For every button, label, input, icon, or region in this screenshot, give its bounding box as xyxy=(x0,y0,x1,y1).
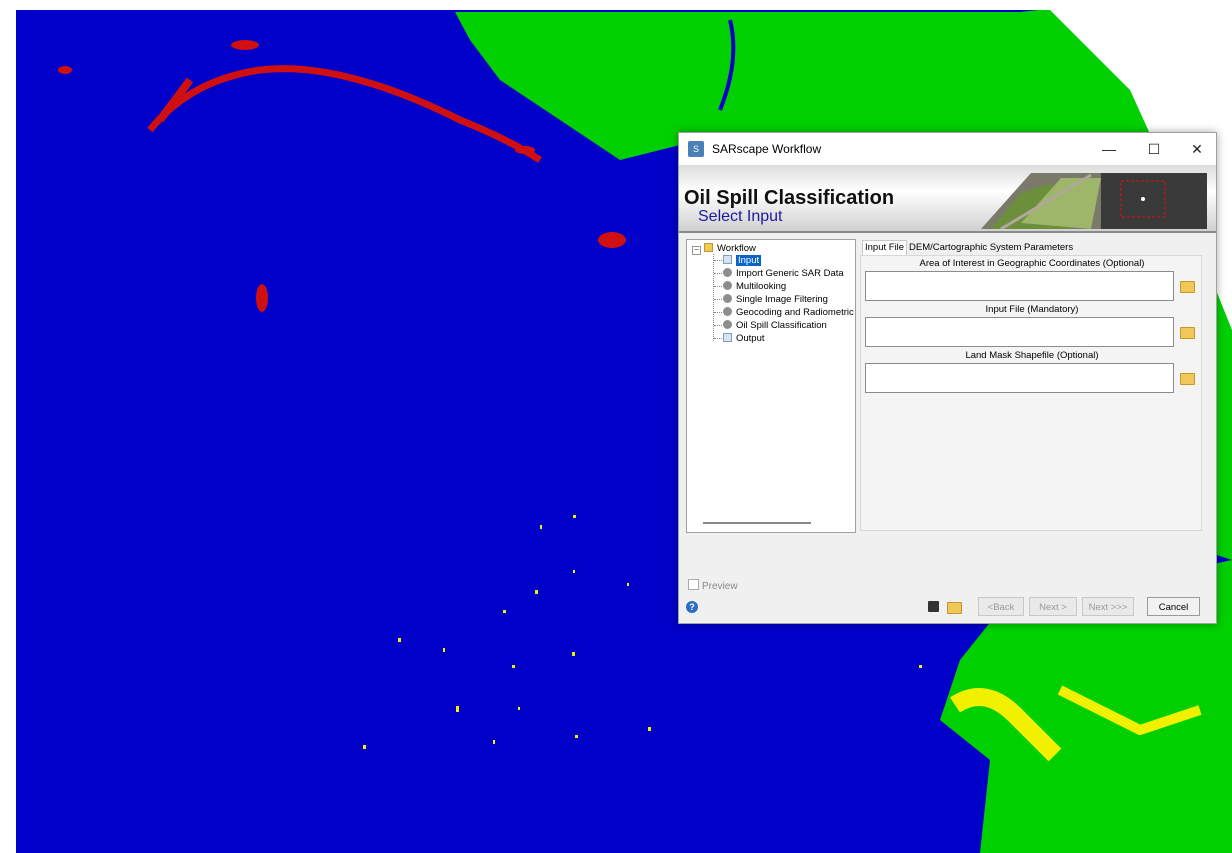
preview-label: Preview xyxy=(702,581,738,592)
tree-item-geocoding-and-radiometric[interactable]: Geocoding and Radiometric xyxy=(723,306,854,319)
save-icon[interactable] xyxy=(928,601,939,612)
next-all-button[interactable]: Next >>> xyxy=(1082,597,1134,616)
page-subtitle: Select Input xyxy=(698,208,783,225)
banner-image xyxy=(981,173,1207,229)
cancel-button[interactable]: Cancel xyxy=(1147,597,1200,616)
browse-folder-icon[interactable] xyxy=(1180,373,1195,385)
land-mask-label: Land Mask Shapefile (Optional) xyxy=(965,350,1099,361)
gear-icon xyxy=(723,294,732,303)
area-of-interest-field[interactable] xyxy=(865,271,1174,301)
page-icon xyxy=(723,255,732,264)
close-button[interactable]: ✕ xyxy=(1175,133,1219,165)
tree-item-label: Single Image Filtering xyxy=(736,294,828,305)
tree-item-label: Output xyxy=(736,333,765,344)
page-icon xyxy=(723,333,732,342)
tree-item-input[interactable]: Input xyxy=(723,254,762,267)
window-title: SARscape Workflow xyxy=(712,142,822,156)
tree-item-import-generic-sar-data[interactable]: Import Generic SAR Data xyxy=(723,267,844,280)
page-title: Oil Spill Classification xyxy=(684,187,895,209)
tree-item-output[interactable]: Output xyxy=(723,332,765,345)
tree-item-single-image-filtering[interactable]: Single Image Filtering xyxy=(723,293,828,306)
minimize-button[interactable]: — xyxy=(1087,133,1131,165)
browse-folder-icon[interactable] xyxy=(1180,327,1195,339)
maximize-button[interactable]: ☐ xyxy=(1132,133,1176,165)
back-button[interactable]: <Back xyxy=(978,597,1024,616)
tab-dem-cartographic-system[interactable]: DEM/Cartographic System xyxy=(907,241,1023,255)
gear-icon xyxy=(723,281,732,290)
tree-item-oil-spill-classification[interactable]: Oil Spill Classification xyxy=(723,319,827,332)
collapse-icon[interactable]: − xyxy=(692,246,701,255)
area-of-interest-label: Area of Interest in Geographic Coordinat… xyxy=(919,258,1145,269)
title-bar[interactable]: S SARscape Workflow — ☐ ✕ xyxy=(679,133,1216,165)
browse-folder-icon[interactable] xyxy=(1180,281,1195,293)
folder-icon xyxy=(704,243,713,252)
tree-item-label: Input xyxy=(736,255,762,266)
workflow-tree[interactable]: − Workflow Input Import Generic SAR Data… xyxy=(686,239,856,533)
checkbox-icon[interactable] xyxy=(688,579,699,590)
land-mask-field[interactable] xyxy=(865,363,1174,393)
header-banner: Oil Spill Classification Select Input xyxy=(679,165,1216,233)
tree-item-label: Import Generic SAR Data xyxy=(736,268,844,279)
sarscape-workflow-dialog: S SARscape Workflow — ☐ ✕ Oil Spill Clas… xyxy=(678,132,1217,624)
horizontal-scrollbar[interactable] xyxy=(703,522,811,524)
gear-icon xyxy=(723,268,732,277)
next-button[interactable]: Next > xyxy=(1029,597,1077,616)
tree-item-multilooking[interactable]: Multilooking xyxy=(723,280,786,293)
sarscape-app-icon: S xyxy=(688,141,704,157)
gear-icon xyxy=(723,320,732,329)
help-icon[interactable]: ? xyxy=(686,601,698,613)
input-file-field[interactable] xyxy=(865,317,1174,347)
open-folder-icon[interactable] xyxy=(947,602,962,614)
tree-item-label: Geocoding and Radiometric xyxy=(736,307,854,318)
tree-root-label: Workflow xyxy=(717,243,756,254)
tab-input-file[interactable]: Input File xyxy=(862,240,908,255)
tree-item-label: Multilooking xyxy=(736,281,787,292)
gear-icon xyxy=(723,307,732,316)
tab-parameters[interactable]: Parameters xyxy=(1022,241,1075,255)
tree-item-label: Oil Spill Classification xyxy=(736,320,827,331)
input-file-label: Input File (Mandatory) xyxy=(985,304,1079,315)
preview-checkbox[interactable]: Preview xyxy=(688,579,738,592)
input-file-panel: Area of Interest in Geographic Coordinat… xyxy=(860,255,1202,531)
